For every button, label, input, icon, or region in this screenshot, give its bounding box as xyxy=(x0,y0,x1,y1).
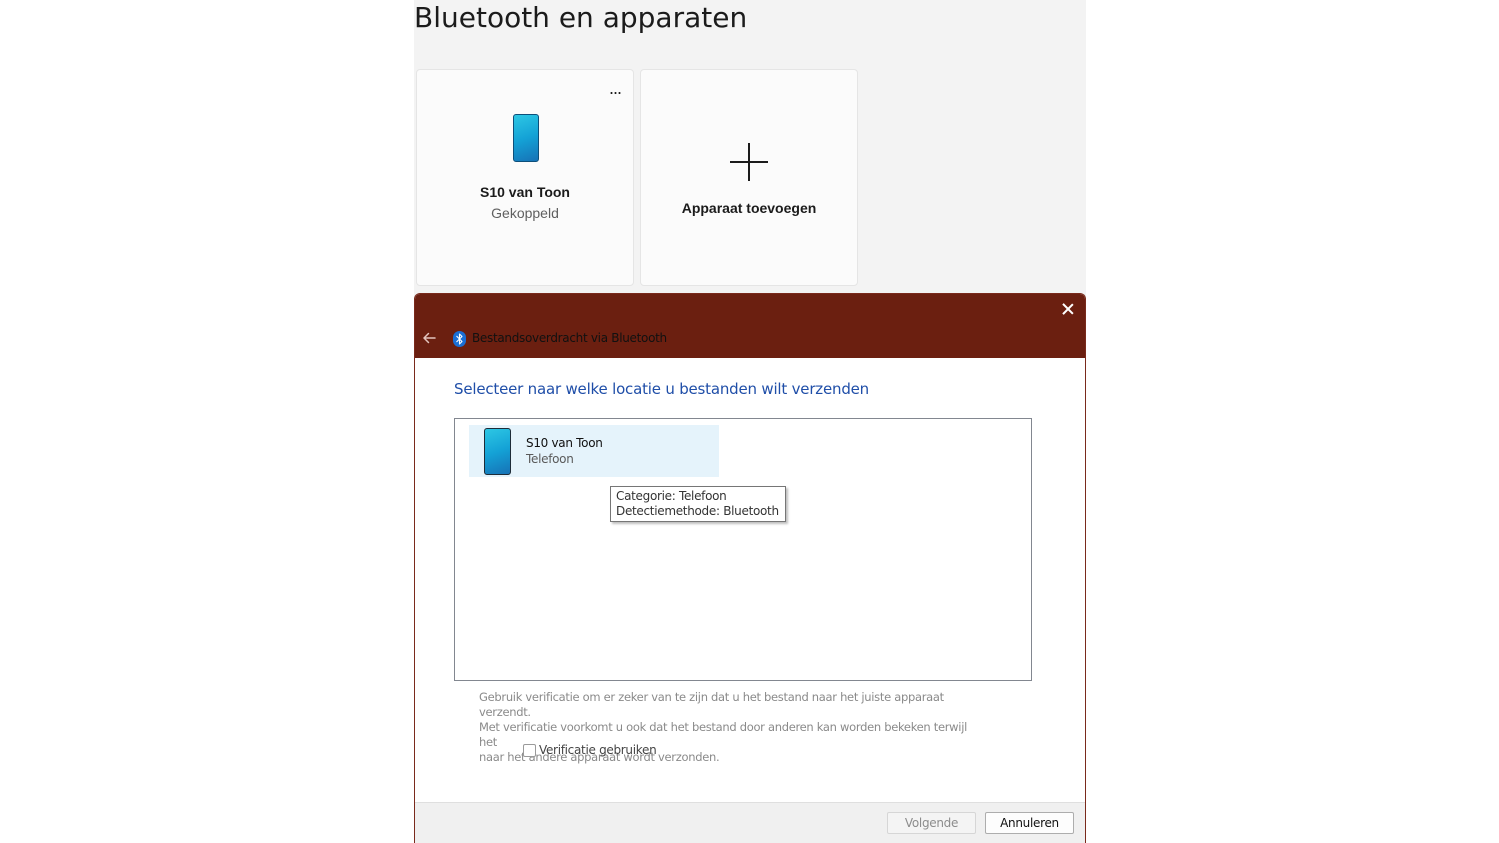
device-name: S10 van Toon xyxy=(526,436,603,450)
device-card-s10[interactable]: ... S10 van Toon Gekoppeld xyxy=(416,69,634,286)
close-icon[interactable] xyxy=(1059,300,1077,318)
back-arrow-icon[interactable] xyxy=(421,330,437,346)
device-type: Telefoon xyxy=(526,452,574,466)
tooltip-category: Categorie: Telefoon xyxy=(616,489,727,503)
device-tooltip: Categorie: Telefoon Detectiemethode: Blu… xyxy=(610,486,786,522)
phone-icon xyxy=(484,428,511,475)
add-device-card[interactable]: Apparaat toevoegen xyxy=(640,69,858,286)
list-item[interactable]: S10 van Toon Telefoon xyxy=(469,425,719,477)
more-options-button[interactable]: ... xyxy=(609,79,622,97)
verification-checkbox[interactable] xyxy=(523,744,536,757)
dialog-titlebar: Bestandsoverdracht via Bluetooth xyxy=(415,294,1085,358)
verification-checkbox-label[interactable]: Verificatie gebruiken xyxy=(539,743,657,757)
instruction-heading: Selecteer naar welke locatie u bestanden… xyxy=(454,380,869,398)
dialog-footer: Volgende Annuleren xyxy=(415,802,1085,843)
bluetooth-transfer-dialog: Bestandsoverdracht via Bluetooth Selecte… xyxy=(414,293,1086,843)
device-list[interactable]: S10 van Toon Telefoon Categorie: Telefoo… xyxy=(454,418,1032,681)
plus-icon xyxy=(730,143,768,181)
verification-line: Gebruik verificatie om er zeker van te z… xyxy=(479,690,944,719)
tooltip-detection: Detectiemethode: Bluetooth xyxy=(616,504,779,518)
next-button[interactable]: Volgende xyxy=(887,812,976,834)
phone-icon xyxy=(513,114,539,162)
bluetooth-icon xyxy=(453,331,466,347)
page-title: Bluetooth en apparaten xyxy=(414,1,748,34)
add-device-label: Apparaat toevoegen xyxy=(681,200,817,216)
device-card-status: Gekoppeld xyxy=(491,205,559,221)
device-card-name: S10 van Toon xyxy=(480,184,570,200)
cancel-button[interactable]: Annuleren xyxy=(985,812,1074,834)
dialog-title: Bestandsoverdracht via Bluetooth xyxy=(472,331,667,345)
